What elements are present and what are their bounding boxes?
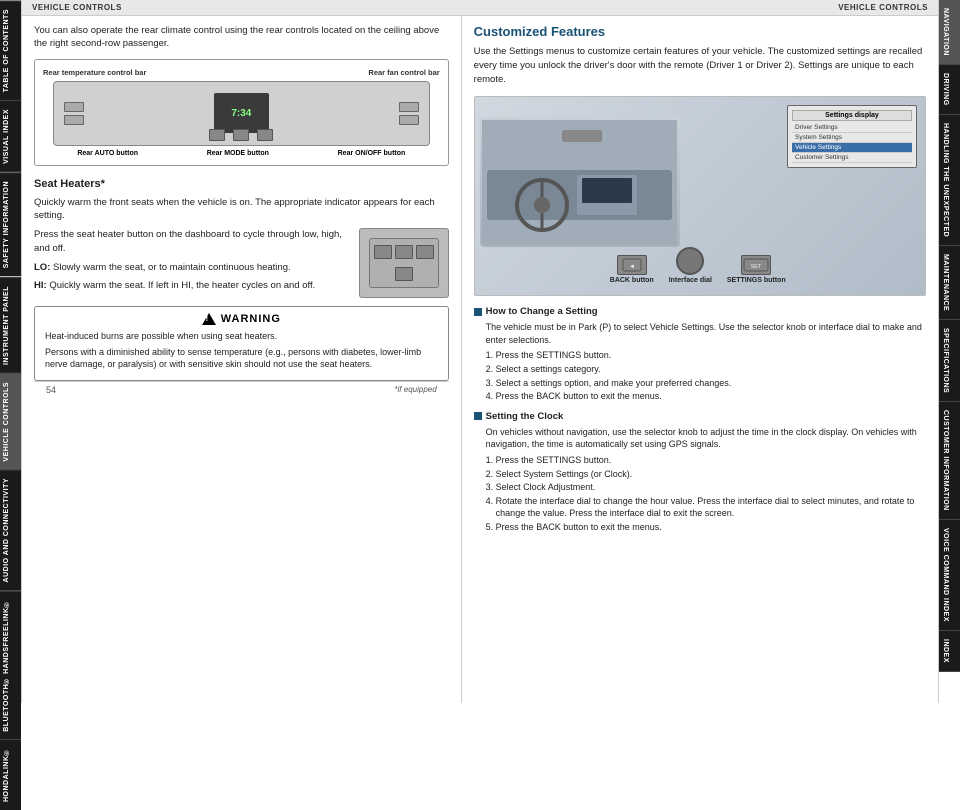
- interface-dial-graphic: [676, 247, 704, 275]
- sidebar-item-specifications[interactable]: SPECIFICATIONS: [939, 320, 960, 402]
- warning-triangle-icon: [202, 313, 216, 325]
- seat-heaters-section: Seat Heaters* Quickly warm the front sea…: [34, 178, 449, 299]
- settings-display-title: Settings display: [792, 110, 912, 121]
- left-column: You can also operate the rear climate co…: [22, 16, 462, 703]
- header-left-label: VEHICLE CONTROLS: [32, 3, 122, 12]
- clock-step-2: Select System Settings (or Clock).: [496, 468, 926, 481]
- blue-square-icon: [474, 308, 482, 316]
- settings-display-box: Settings display Driver Settings System …: [787, 105, 917, 168]
- seat-heaters-heading: Seat Heaters*: [34, 178, 449, 190]
- settings-button-label: SETTINGS button: [727, 277, 786, 285]
- clock-step-1: Press the SETTINGS button.: [496, 454, 926, 467]
- seat-heater-image: [359, 228, 449, 298]
- diagram-label-bottom-right: Rear ON/OFF button: [338, 150, 406, 157]
- settings-menu-item-1: System Settings: [792, 133, 912, 143]
- press-text: Press the seat heater button on the dash…: [34, 228, 351, 256]
- sidebar-item-vehicle-controls[interactable]: VEHICLE CONTROLS: [0, 373, 21, 470]
- how-to-change-intro: The vehicle must be in Park (P) to selec…: [474, 321, 926, 346]
- blue-square-clock-icon: [474, 412, 482, 420]
- settings-image-container: Settings display Driver Settings System …: [474, 96, 926, 296]
- how-to-change-step-4: Press the BACK button to exit the menus.: [496, 390, 926, 403]
- lo-text: LO: Slowly warm the seat, or to maintain…: [34, 261, 351, 275]
- setting-clock-intro: On vehicles without navigation, use the …: [474, 426, 926, 451]
- page-number: 54: [46, 385, 56, 395]
- sidebar-item-table-of-contents[interactable]: TABLE OF CONTENTS: [0, 0, 21, 100]
- how-to-change-section: How to Change a Setting The vehicle must…: [474, 306, 926, 403]
- back-button-label: BACK button: [610, 277, 654, 285]
- warning-box: WARNING Heat-induced burns are possible …: [34, 306, 449, 381]
- sidebar-item-maintenance[interactable]: MAINTENANCE: [939, 246, 960, 320]
- right-column: Customized Features Use the Settings men…: [462, 16, 938, 703]
- warning-line1: Heat-induced burns are possible when usi…: [45, 330, 438, 343]
- how-to-change-step-1: Press the SETTINGS button.: [496, 349, 926, 362]
- settings-menu-item-0: Driver Settings: [792, 123, 912, 133]
- settings-button-graphic: SET: [741, 255, 771, 275]
- heater-button-image: [359, 228, 449, 298]
- sidebar-item-instrument-panel[interactable]: INSTRUMENT PANEL: [0, 277, 21, 373]
- diagram-label-top-left: Rear temperature control bar: [43, 68, 146, 77]
- how-to-change-steps: Press the SETTINGS button. Select a sett…: [474, 349, 926, 402]
- main-content: VEHICLE CONTROLS VEHICLE CONTROLS You ca…: [22, 0, 938, 703]
- customized-features-title: Customized Features: [474, 24, 926, 39]
- seat-heaters-intro: Quickly warm the front seats when the ve…: [34, 196, 449, 224]
- page-header: VEHICLE CONTROLS VEHICLE CONTROLS: [22, 0, 938, 16]
- content-columns: You can also operate the rear climate co…: [22, 16, 938, 703]
- sidebar-item-navigation[interactable]: NAVIGATION: [939, 0, 960, 65]
- sidebar-item-visual-index[interactable]: VISUAL INDEX: [0, 100, 21, 172]
- page-footer: 54 *if equipped: [34, 381, 449, 398]
- customized-intro: Use the Settings menus to customize cert…: [474, 45, 926, 86]
- left-sidebar: TABLE OF CONTENTS VISUAL INDEX SAFETY IN…: [0, 0, 22, 703]
- diagram-label-top-right: Rear fan control bar: [368, 68, 439, 77]
- sidebar-item-safety-information[interactable]: SAFETY INFORMATION: [0, 172, 21, 276]
- back-button-item: ◄ BACK button: [610, 255, 654, 285]
- clock-step-3: Select Clock Adjustment.: [496, 481, 926, 494]
- sidebar-item-driving[interactable]: DRIVING: [939, 65, 960, 115]
- if-equipped-note: *if equipped: [394, 385, 436, 394]
- svg-text:SET: SET: [751, 264, 762, 270]
- rear-climate-diagram: Rear temperature control bar Rear fan co…: [34, 59, 449, 166]
- settings-button-item: SET SETTINGS button: [727, 255, 786, 285]
- how-to-change-heading: How to Change a Setting: [474, 306, 926, 317]
- how-to-change-step-3: Select a settings option, and make your …: [496, 377, 926, 390]
- sidebar-item-voice-command[interactable]: VOICE COMMAND INDEX: [939, 520, 960, 631]
- setting-clock-section: Setting the Clock On vehicles without na…: [474, 411, 926, 534]
- back-button-graphic: ◄: [617, 255, 647, 275]
- bottom-controls-area: ◄ BACK button Interface dial S: [610, 247, 786, 285]
- car-interior-image: [480, 117, 680, 247]
- rear-climate-text: You can also operate the rear climate co…: [34, 24, 449, 51]
- diagram-label-bottom-center: Rear MODE button: [207, 150, 269, 157]
- settings-menu-item-2: Vehicle Settings: [792, 143, 912, 153]
- sidebar-item-handling-unexpected[interactable]: HANDLING THE UNEXPECTED: [939, 115, 960, 246]
- right-sidebar: NAVIGATION DRIVING HANDLING THE UNEXPECT…: [938, 0, 960, 703]
- sidebar-item-hondalink[interactable]: HONDALINK®: [0, 739, 21, 810]
- setting-clock-steps: Press the SETTINGS button. Select System…: [474, 454, 926, 534]
- clock-step-4: Rotate the interface dial to change the …: [496, 495, 926, 520]
- sidebar-item-index[interactable]: INDEX: [939, 631, 960, 672]
- settings-menu-item-3: Customer Settings: [792, 153, 912, 163]
- sidebar-item-bluetooth[interactable]: BLUETOOTH® HANDSFREELINK®: [0, 591, 21, 740]
- warning-title: WARNING: [221, 313, 281, 325]
- svg-text:◄: ◄: [629, 264, 635, 270]
- interface-dial-label: Interface dial: [669, 277, 712, 285]
- warning-line2: Persons with a diminished ability to sen…: [45, 346, 438, 371]
- how-to-change-step-2: Select a settings category.: [496, 363, 926, 376]
- header-right-label: VEHICLE CONTROLS: [838, 3, 928, 12]
- warning-header: WARNING: [45, 313, 438, 325]
- seat-heater-text: Press the seat heater button on the dash…: [34, 228, 351, 298]
- seat-heater-layout: Press the seat heater button on the dash…: [34, 228, 449, 298]
- diagram-label-bottom-left: Rear AUTO button: [77, 150, 138, 157]
- clock-step-5: Press the BACK button to exit the menus.: [496, 521, 926, 534]
- interface-dial-item: Interface dial: [669, 247, 712, 285]
- sidebar-item-audio-connectivity[interactable]: AUDIO AND CONNECTIVITY: [0, 469, 21, 590]
- setting-clock-heading: Setting the Clock: [474, 411, 926, 422]
- hi-text: HI: Quickly warm the seat. If left in HI…: [34, 279, 351, 293]
- sidebar-item-customer-information[interactable]: CUSTOMER INFORMATION: [939, 402, 960, 520]
